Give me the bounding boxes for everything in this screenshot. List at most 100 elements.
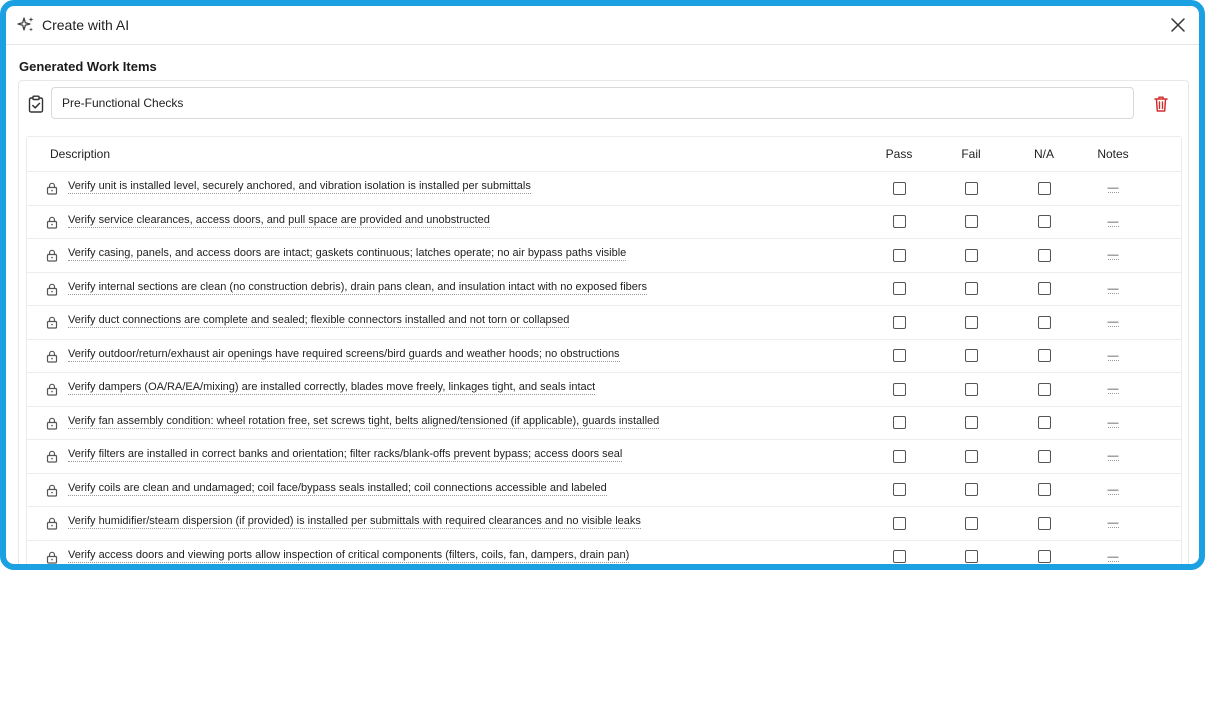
notes-field[interactable]: — xyxy=(1107,384,1119,395)
work-item-description[interactable]: Verify outdoor/return/exhaust air openin… xyxy=(68,348,620,362)
notes-field[interactable]: — xyxy=(1107,451,1119,462)
na-checkbox[interactable] xyxy=(1037,315,1051,329)
table-row: Verify casing, panels, and access doors … xyxy=(27,239,1181,273)
fail-checkbox[interactable] xyxy=(964,382,978,396)
lock-icon xyxy=(46,283,58,296)
header-na: N/A xyxy=(1033,147,1054,161)
work-item-description[interactable]: Verify service clearances, access doors,… xyxy=(68,214,490,228)
header-fail: Fail xyxy=(961,147,981,161)
sparkle-icon xyxy=(16,15,36,35)
dialog-title: Create with AI xyxy=(42,17,130,33)
pass-checkbox[interactable] xyxy=(892,349,906,363)
work-item-description[interactable]: Verify access doors and viewing ports al… xyxy=(68,549,630,563)
group-header xyxy=(19,81,1188,129)
fail-checkbox[interactable] xyxy=(964,349,978,363)
work-items-table: Description Pass Fail N/A Notes Verify u… xyxy=(26,136,1182,564)
fail-checkbox[interactable] xyxy=(964,282,978,296)
lock-icon xyxy=(46,249,58,262)
na-checkbox[interactable] xyxy=(1037,248,1051,262)
lock-icon xyxy=(46,417,58,430)
notes-field[interactable]: — xyxy=(1107,250,1119,261)
pass-checkbox[interactable] xyxy=(892,449,906,463)
notes-field[interactable]: — xyxy=(1107,518,1119,529)
na-checkbox[interactable] xyxy=(1037,516,1051,530)
notes-field[interactable]: — xyxy=(1107,183,1119,194)
work-item-description[interactable]: Verify unit is installed level, securely… xyxy=(68,180,531,194)
work-item-description[interactable]: Verify internal sections are clean (no c… xyxy=(68,281,648,295)
lock-icon xyxy=(46,350,58,363)
dialog-header: Create with AI xyxy=(6,6,1199,45)
lock-icon xyxy=(46,383,58,396)
notes-field[interactable]: — xyxy=(1107,417,1119,428)
fail-checkbox[interactable] xyxy=(964,449,978,463)
na-checkbox[interactable] xyxy=(1037,449,1051,463)
pass-checkbox[interactable] xyxy=(892,215,906,229)
lock-icon xyxy=(46,216,58,229)
work-item-description[interactable]: Verify duct connections are complete and… xyxy=(68,314,570,328)
na-checkbox[interactable] xyxy=(1037,550,1051,564)
work-item-group-card: Description Pass Fail N/A Notes Verify u… xyxy=(18,80,1189,564)
fail-checkbox[interactable] xyxy=(964,215,978,229)
pass-checkbox[interactable] xyxy=(892,416,906,430)
na-checkbox[interactable] xyxy=(1037,382,1051,396)
na-checkbox[interactable] xyxy=(1037,215,1051,229)
notes-field[interactable]: — xyxy=(1107,283,1119,294)
table-row: Verify fan assembly condition: wheel rot… xyxy=(27,407,1181,440)
table-row: Verify dampers (OA/RA/EA/mixing) are ins… xyxy=(27,373,1181,407)
lock-icon xyxy=(46,316,58,329)
notes-field[interactable]: — xyxy=(1107,216,1119,227)
close-icon[interactable] xyxy=(1169,16,1187,34)
table-row: Verify internal sections are clean (no c… xyxy=(27,273,1181,306)
na-checkbox[interactable] xyxy=(1037,349,1051,363)
na-checkbox[interactable] xyxy=(1037,416,1051,430)
header-pass: Pass xyxy=(885,147,913,161)
pass-checkbox[interactable] xyxy=(892,181,906,195)
na-checkbox[interactable] xyxy=(1037,483,1051,497)
work-item-description[interactable]: Verify humidifier/steam dispersion (if p… xyxy=(68,515,641,529)
pass-checkbox[interactable] xyxy=(892,483,906,497)
notes-field[interactable]: — xyxy=(1107,317,1119,328)
lock-icon xyxy=(46,517,58,530)
lock-icon xyxy=(46,450,58,463)
header-description: Description xyxy=(50,147,111,161)
fail-checkbox[interactable] xyxy=(964,248,978,262)
group-name-input[interactable] xyxy=(51,87,1134,119)
pass-checkbox[interactable] xyxy=(892,315,906,329)
clipboard-check-icon xyxy=(27,95,45,113)
table-row: Verify humidifier/steam dispersion (if p… xyxy=(27,507,1181,541)
create-with-ai-dialog: Create with AI Generated Work Items Pre-… xyxy=(0,0,1205,570)
fail-checkbox[interactable] xyxy=(964,315,978,329)
work-item-description[interactable]: Verify fan assembly condition: wheel rot… xyxy=(68,415,660,429)
table-row: Verify service clearances, access doors,… xyxy=(27,206,1181,239)
table-row: Verify unit is installed level, securely… xyxy=(27,172,1181,206)
work-item-description[interactable]: Verify filters are installed in correct … xyxy=(68,448,623,462)
work-item-description[interactable]: Verify dampers (OA/RA/EA/mixing) are ins… xyxy=(68,381,596,395)
work-item-description[interactable]: Verify coils are clean and undamaged; co… xyxy=(68,482,607,496)
fail-checkbox[interactable] xyxy=(964,550,978,564)
lock-icon xyxy=(46,484,58,497)
pass-checkbox[interactable] xyxy=(892,550,906,564)
table-body: Verify unit is installed level, securely… xyxy=(27,172,1181,564)
notes-field[interactable]: — xyxy=(1107,551,1119,562)
pass-checkbox[interactable] xyxy=(892,516,906,530)
lock-icon xyxy=(46,551,58,564)
trash-icon[interactable] xyxy=(1153,95,1169,113)
fail-checkbox[interactable] xyxy=(964,483,978,497)
pass-checkbox[interactable] xyxy=(892,282,906,296)
notes-field[interactable]: — xyxy=(1107,350,1119,361)
table-header: Description Pass Fail N/A Notes xyxy=(27,137,1181,172)
na-checkbox[interactable] xyxy=(1037,282,1051,296)
table-row: Verify coils are clean and undamaged; co… xyxy=(27,474,1181,507)
fail-checkbox[interactable] xyxy=(964,416,978,430)
pass-checkbox[interactable] xyxy=(892,382,906,396)
notes-field[interactable]: — xyxy=(1107,484,1119,495)
pass-checkbox[interactable] xyxy=(892,248,906,262)
fail-checkbox[interactable] xyxy=(964,516,978,530)
work-item-description[interactable]: Verify casing, panels, and access doors … xyxy=(68,247,627,261)
lock-icon xyxy=(46,182,58,195)
na-checkbox[interactable] xyxy=(1037,181,1051,195)
section-title: Generated Work Items xyxy=(19,59,157,74)
fail-checkbox[interactable] xyxy=(964,181,978,195)
header-notes: Notes xyxy=(1097,147,1129,161)
table-row: Verify outdoor/return/exhaust air openin… xyxy=(27,340,1181,373)
